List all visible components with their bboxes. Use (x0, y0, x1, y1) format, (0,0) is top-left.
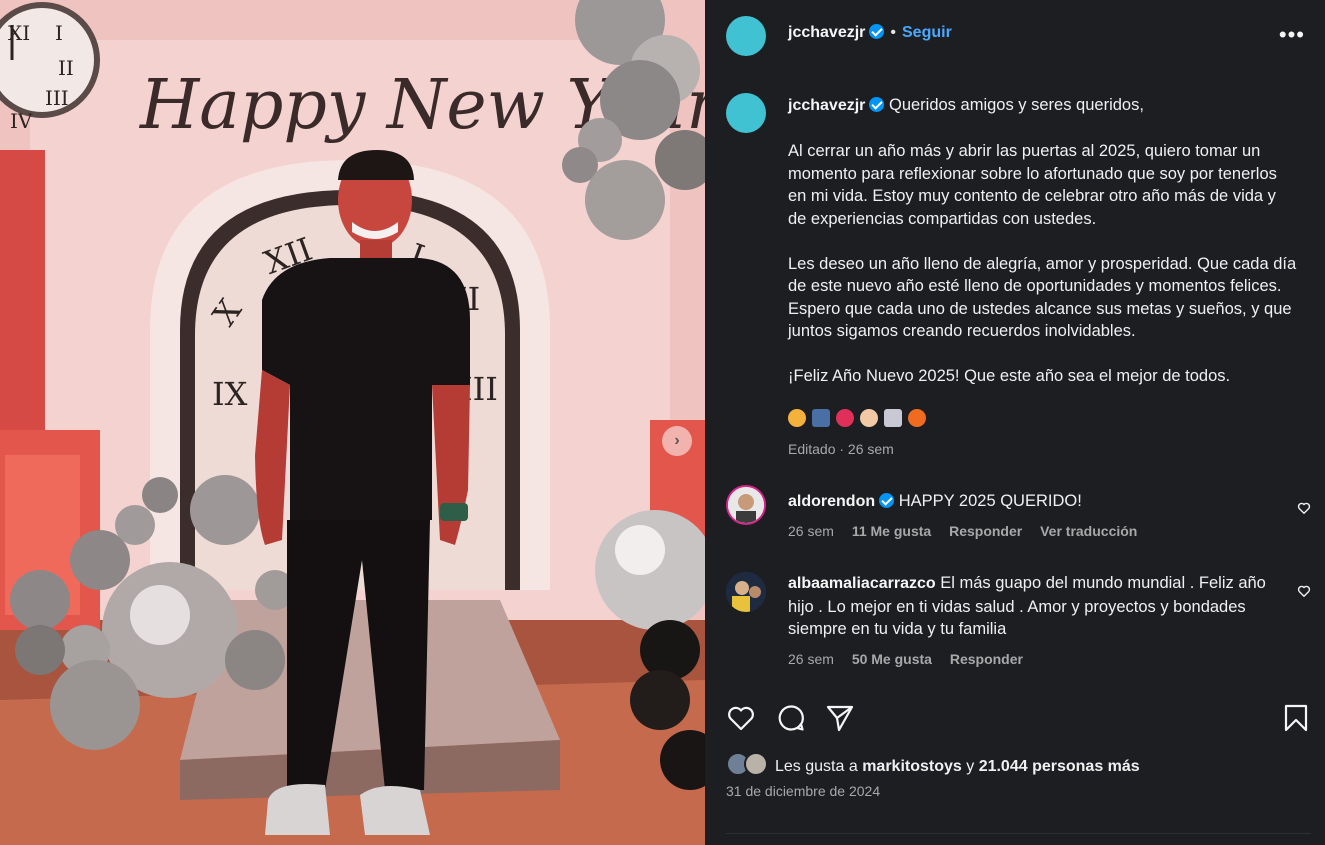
share-icon[interactable] (825, 703, 855, 733)
svg-text:I: I (55, 21, 63, 45)
comment-avatar[interactable] (726, 485, 766, 525)
author-username[interactable]: jcchavezjr (788, 24, 865, 41)
comment-username[interactable]: aldorendon (788, 493, 875, 510)
comment-username[interactable]: albaamaliacarrazco (788, 575, 936, 592)
likes-conj: y (966, 758, 975, 775)
separator: • (890, 24, 896, 41)
comment-text: aldorendon HAPPY 2025 QUERIDO! (788, 490, 1268, 514)
post-actions (726, 703, 1311, 733)
boxing-glove-emoji-icon (836, 409, 854, 427)
comment-likes[interactable]: 50 Me gusta (852, 651, 932, 667)
likes-prefix: Les gusta a (775, 758, 858, 775)
reply-button[interactable]: Responder (950, 651, 1023, 667)
comment-time: 26 sem (788, 651, 834, 667)
caption-emojis (788, 409, 926, 427)
follow-button[interactable]: Seguir (902, 24, 952, 41)
caption-paragraph: Les deseo un año lleno de alegría, amor … (788, 254, 1297, 341)
like-comment-heart-icon[interactable] (1297, 584, 1311, 598)
svg-text:IX: IX (212, 375, 248, 413)
avatar-image (726, 572, 766, 612)
caption-paragraph: ¡Feliz Año Nuevo 2025! Que este año sea … (788, 367, 1231, 385)
liker-avatars[interactable] (726, 752, 770, 778)
comment-meta: 26 sem 11 Me gusta Responder Ver traducc… (788, 523, 1151, 539)
reply-button[interactable]: Responder (949, 523, 1022, 539)
more-icon[interactable]: ••• (1279, 22, 1305, 48)
translate-button[interactable]: Ver traducción (1040, 523, 1137, 539)
post-photo: XI I II III IV Happy New Year XII I X II… (0, 0, 705, 845)
likes-count[interactable]: 21.044 personas más (979, 758, 1140, 775)
phone-emoji-icon (812, 409, 830, 427)
comment-text: albaamaliacarrazco El más guapo del mund… (788, 572, 1268, 641)
verified-icon (869, 24, 885, 39)
add-comment-bar[interactable] (726, 833, 1311, 845)
post-header: jcchavezjr • Seguir ••• (705, 0, 1325, 70)
caption-username[interactable]: jcchavezjr (788, 97, 865, 114)
post-caption: jcchavezjr Queridos amigos y seres queri… (788, 94, 1298, 388)
liker-avatar (744, 752, 768, 776)
comment-likes[interactable]: 11 Me gusta (852, 523, 931, 539)
photo-illustration: XI I II III IV Happy New Year XII I X II… (0, 0, 705, 845)
verified-icon (879, 493, 895, 508)
thumbs-up-emoji-icon (860, 409, 878, 427)
verified-icon (869, 97, 885, 112)
svg-text:II: II (58, 56, 74, 80)
edited-label: Editado · 26 sem (788, 441, 894, 457)
heart-icon[interactable] (726, 703, 756, 733)
likes-text: Les gusta a markitostoys y 21.044 person… (775, 758, 1140, 776)
face-emoji-icon (788, 409, 806, 427)
comment-body: HAPPY 2025 QUERIDO! (898, 492, 1082, 510)
svg-text:III: III (45, 86, 69, 110)
caption-paragraph: Al cerrar un año más y abrir las puertas… (788, 142, 1277, 228)
fire-emoji-icon (908, 409, 926, 427)
author-avatar[interactable] (726, 16, 766, 56)
like-comment-heart-icon[interactable] (1297, 501, 1311, 515)
avatar-image (728, 487, 764, 523)
post-date: 31 de diciembre de 2024 (726, 783, 881, 799)
next-photo-button[interactable]: › (662, 426, 692, 456)
chevron-right-icon: › (674, 432, 680, 449)
comment-avatar[interactable] (726, 572, 766, 612)
comment-icon[interactable] (776, 703, 806, 733)
post-panel: jcchavezjr • Seguir ••• jcchavezjr Querido… (705, 0, 1325, 845)
comment-meta: 26 sem 50 Me gusta Responder (788, 651, 1037, 667)
caption-paragraph: Queridos amigos y seres queridos, (888, 96, 1144, 114)
caption-avatar[interactable] (726, 93, 766, 133)
svg-text:IV: IV (10, 109, 33, 133)
rocket-emoji-icon (884, 409, 902, 427)
comment-time: 26 sem (788, 523, 834, 539)
bookmark-icon[interactable] (1281, 703, 1311, 733)
likes-user[interactable]: markitostoys (862, 758, 962, 775)
